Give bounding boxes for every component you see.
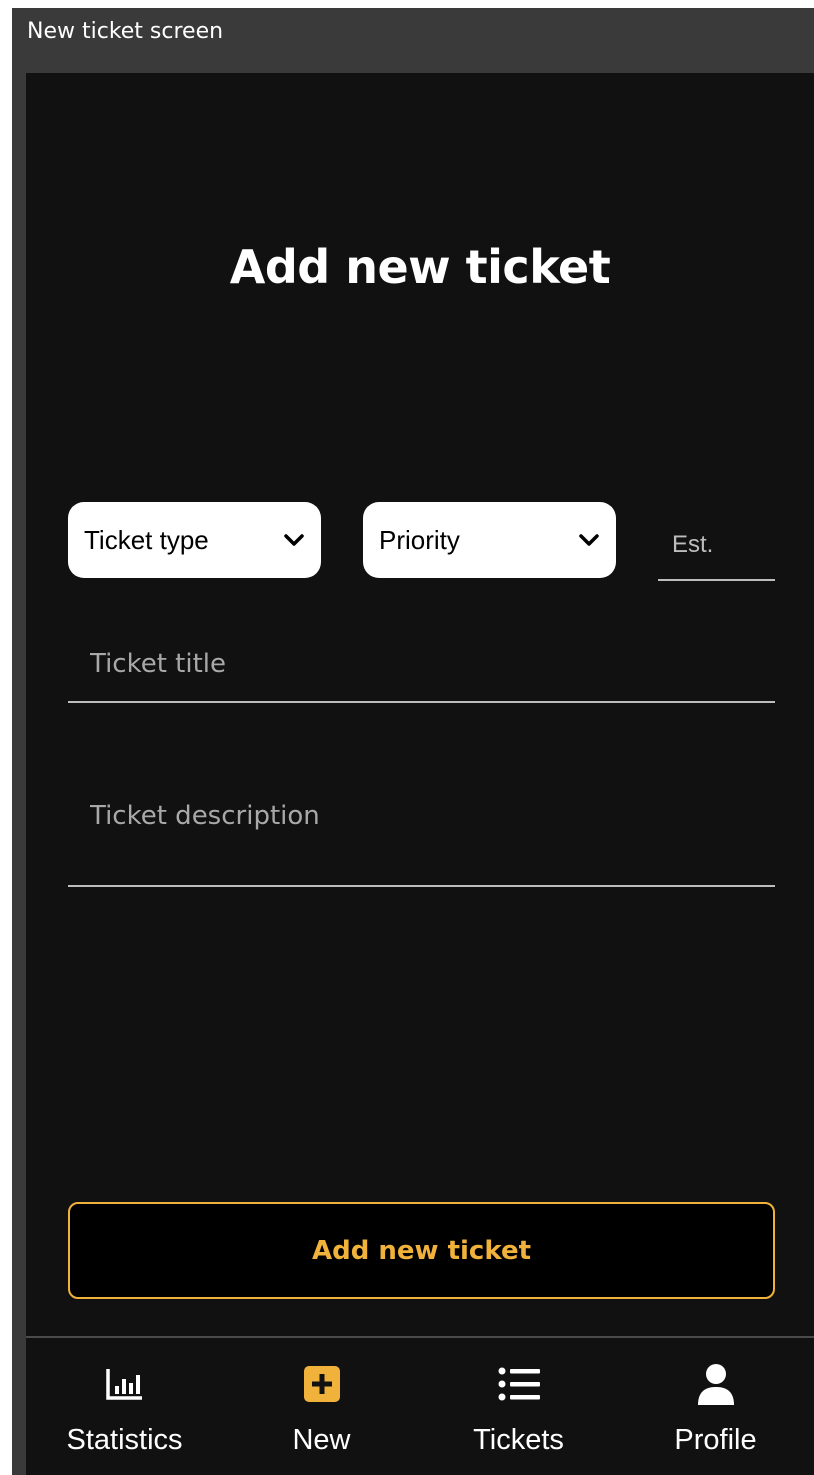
new-ticket-screen: Add new ticket Ticket type Priority Add …: [26, 73, 814, 1475]
nav-item-profile[interactable]: Profile: [617, 1338, 814, 1475]
chevron-down-icon: [283, 533, 305, 547]
ticket-type-label: Ticket type: [84, 524, 209, 555]
add-new-ticket-button[interactable]: Add new ticket: [68, 1202, 775, 1299]
person-icon: [694, 1362, 738, 1406]
nav-label-profile: Profile: [674, 1424, 757, 1456]
chevron-down-icon: [578, 533, 600, 547]
estimate-field-wrapper: [658, 510, 775, 581]
bottom-nav-bar: Statistics New Tickets Profile: [26, 1336, 814, 1475]
bar-chart-icon: [103, 1362, 147, 1406]
estimate-input[interactable]: [658, 510, 775, 579]
nav-label-statistics: Statistics: [66, 1424, 183, 1456]
ticket-title-field-wrapper: [68, 626, 775, 703]
nav-label-new: New: [292, 1424, 351, 1456]
nav-label-tickets: Tickets: [473, 1424, 564, 1456]
window-title: New ticket screen: [27, 19, 224, 44]
nav-item-statistics[interactable]: Statistics: [26, 1338, 223, 1475]
ticket-description-input[interactable]: [68, 773, 775, 859]
ticket-type-dropdown[interactable]: Ticket type: [68, 502, 321, 578]
priority-dropdown[interactable]: Priority: [363, 502, 616, 578]
priority-label: Priority: [379, 524, 460, 555]
ticket-title-input[interactable]: [68, 626, 775, 701]
nav-item-new[interactable]: New: [223, 1338, 420, 1475]
page-title: Add new ticket: [229, 240, 611, 294]
list-icon: [497, 1362, 541, 1406]
nav-item-tickets[interactable]: Tickets: [420, 1338, 617, 1475]
plus-square-icon: [300, 1362, 344, 1406]
ticket-description-field-wrapper: [68, 773, 775, 887]
app-window: New ticket screen Add new ticket Ticket …: [12, 8, 814, 1475]
